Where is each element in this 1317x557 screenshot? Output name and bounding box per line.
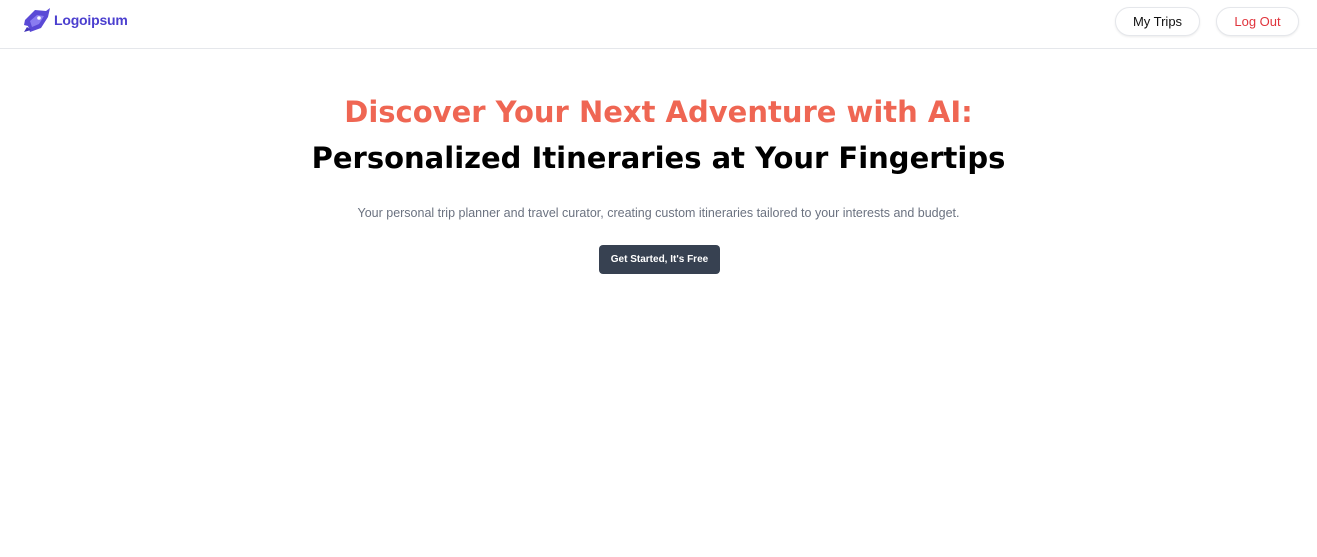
- logout-button[interactable]: Log Out: [1216, 7, 1299, 36]
- top-navbar: Logoipsum My Trips Log Out: [0, 0, 1317, 49]
- hero-headline-main: Personalized Itineraries at Your Fingert…: [311, 141, 1006, 175]
- logo-text: Logoipsum: [54, 12, 128, 28]
- my-trips-button[interactable]: My Trips: [1115, 7, 1200, 36]
- hero-headline-accent: Discover Your Next Adventure with AI:: [344, 95, 973, 129]
- logo-link[interactable]: Logoipsum: [22, 6, 128, 34]
- logo-mark-icon: [24, 8, 50, 32]
- hero-section: Discover Your Next Adventure with AI: Pe…: [0, 90, 1317, 220]
- get-started-button[interactable]: Get Started, It's Free: [599, 245, 720, 274]
- hero-subtitle: Your personal trip planner and travel cu…: [357, 206, 960, 220]
